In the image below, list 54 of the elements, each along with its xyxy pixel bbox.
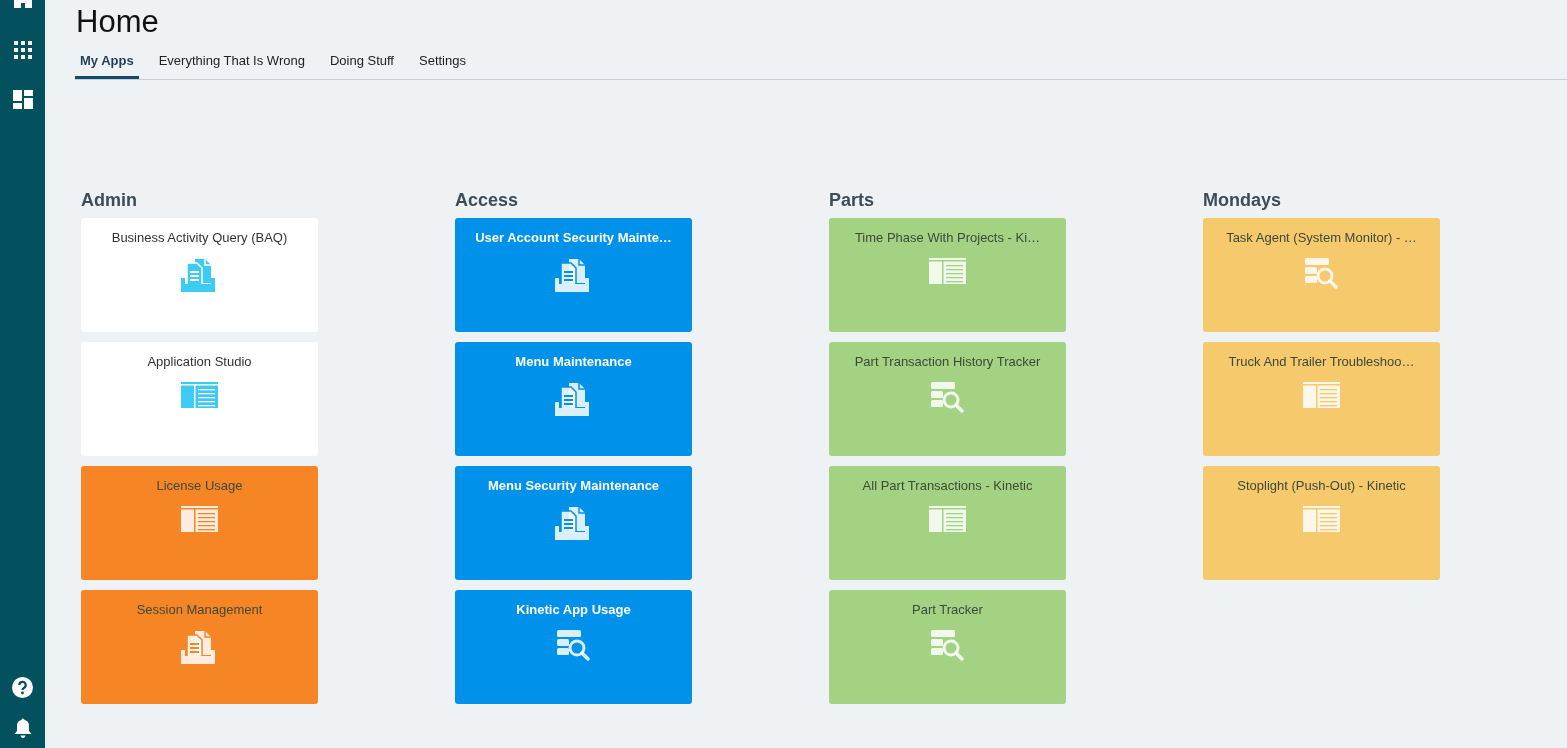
group-title: Parts bbox=[829, 189, 876, 212]
group-title: Mondays bbox=[1203, 189, 1282, 212]
home-icon[interactable] bbox=[13, 0, 32, 8]
tile-label: Stoplight (Push-Out) - Kinetic bbox=[1236, 477, 1407, 496]
tile-label: All Part Transactions - Kinetic bbox=[861, 477, 1034, 496]
search-list-icon bbox=[931, 629, 964, 662]
app-tile[interactable]: Kinetic App Usage bbox=[455, 590, 692, 705]
app-tile[interactable]: Menu Security Maintenance bbox=[455, 466, 692, 581]
search-list-icon bbox=[1305, 257, 1338, 290]
apps-grid-icon[interactable] bbox=[13, 41, 32, 59]
app-tile[interactable]: Business Activity Query (BAQ) bbox=[81, 218, 318, 333]
app-tile[interactable]: Stoplight (Push-Out) - Kinetic bbox=[1203, 466, 1440, 581]
tile-label: Application Studio bbox=[146, 353, 253, 372]
app-tile[interactable]: Menu Maintenance bbox=[455, 342, 692, 457]
tab[interactable]: Everything That Is Wrong bbox=[153, 47, 310, 79]
dashboard-icon[interactable] bbox=[12, 90, 33, 109]
app-tile[interactable]: Part Transaction History Tracker bbox=[829, 342, 1066, 457]
page-title: Home bbox=[76, 6, 160, 37]
tile-label: Time Phase With Projects - Ki… bbox=[853, 229, 1042, 248]
layout-icon bbox=[929, 257, 966, 284]
layout-icon bbox=[1303, 505, 1340, 532]
tile-label: Menu Maintenance bbox=[514, 353, 633, 372]
layout-icon bbox=[181, 505, 218, 532]
app-tile[interactable]: User Account Security Mainte… bbox=[455, 218, 692, 333]
group-title: Access bbox=[455, 189, 520, 212]
search-list-icon bbox=[557, 629, 590, 662]
layout-icon bbox=[929, 505, 966, 532]
tab[interactable]: Settings bbox=[414, 47, 471, 79]
app-tile[interactable]: Session Management bbox=[81, 590, 318, 705]
tab[interactable]: Doing Stuff bbox=[324, 47, 399, 79]
tile-label: User Account Security Mainte… bbox=[474, 229, 673, 248]
tile-label: Part Transaction History Tracker bbox=[853, 353, 1042, 372]
tile-label: Business Activity Query (BAQ) bbox=[110, 229, 289, 248]
search-list-icon bbox=[931, 381, 964, 414]
app-tile[interactable]: All Part Transactions - Kinetic bbox=[829, 466, 1066, 581]
tab[interactable]: My Apps bbox=[75, 47, 139, 79]
tile-label: License Usage bbox=[155, 477, 244, 496]
help-icon[interactable] bbox=[12, 677, 33, 698]
tile-label: Part Tracker bbox=[911, 601, 984, 620]
tile-label: Truck And Trailer Troubleshoo… bbox=[1227, 353, 1416, 372]
bell-icon[interactable] bbox=[13, 718, 32, 738]
tile-label: Task Agent (System Monitor) - … bbox=[1225, 229, 1418, 248]
app-tile[interactable]: Truck And Trailer Troubleshoo… bbox=[1203, 342, 1440, 457]
app-tile[interactable]: Task Agent (System Monitor) - … bbox=[1203, 218, 1440, 333]
app-tile[interactable]: Time Phase With Projects - Ki… bbox=[829, 218, 1066, 333]
app-tile[interactable]: License Usage bbox=[81, 466, 318, 581]
app-tile[interactable]: Part Tracker bbox=[829, 590, 1066, 705]
app-tile[interactable]: Application Studio bbox=[81, 342, 318, 457]
layout-icon bbox=[181, 381, 218, 408]
group-title: Admin bbox=[81, 189, 138, 212]
layout-icon bbox=[1303, 381, 1340, 408]
tile-label: Session Management bbox=[135, 601, 264, 620]
tile-label: Kinetic App Usage bbox=[515, 601, 632, 620]
tile-label: Menu Security Maintenance bbox=[486, 477, 661, 496]
